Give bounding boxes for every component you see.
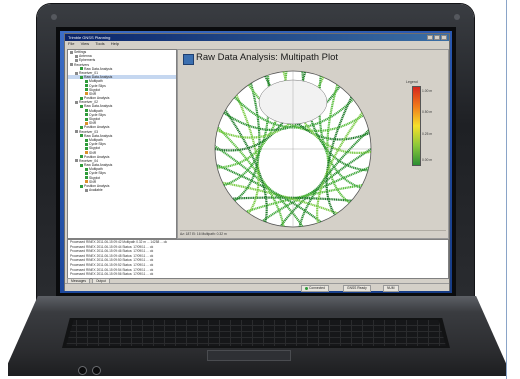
tree-node-icon: [80, 105, 83, 109]
log-row: Processed RINEX 2011-06-15 09:56 Status:…: [70, 272, 154, 277]
menu-view[interactable]: View: [81, 41, 90, 46]
menu-help[interactable]: Help: [111, 41, 119, 46]
tree-node-icon: [80, 163, 83, 167]
plot-pane: Raw Data Analysis: Multipath Plot Legend…: [177, 49, 449, 239]
tree-node-icon: [85, 117, 88, 121]
tree-node-icon: [80, 134, 83, 138]
touchpad: [207, 350, 291, 361]
lid-screw-right: [454, 14, 460, 20]
tree-node-icon: [85, 142, 88, 146]
status-num-label: NUM: [387, 286, 395, 290]
status-connected-label: Connected: [309, 286, 325, 290]
menu-tools[interactable]: Tools: [95, 41, 104, 46]
tree-node-icon: [85, 88, 88, 92]
status-num: NUM: [383, 285, 399, 292]
plot-icon: [183, 54, 194, 65]
audio-jack-right: [92, 366, 101, 375]
tree-node-icon: [75, 100, 78, 104]
multipath-skyplot[interactable]: [188, 66, 398, 228]
legend: Legend 1.00 m 0.50 m 0.25 m 0.00 m: [406, 80, 444, 170]
legend-tick: 1.00 m: [422, 89, 433, 93]
tree-item-label: Available: [89, 188, 103, 193]
minimize-button[interactable]: [427, 35, 433, 40]
menu-bar: File View Tools Help: [65, 41, 449, 47]
lid-screw-left: [51, 14, 57, 20]
tree-node-icon: [85, 84, 88, 88]
status-ok-icon: [305, 286, 308, 290]
divider-rule: [506, 0, 507, 379]
tree-node-icon: [80, 125, 83, 129]
tree-node-icon: [80, 67, 83, 71]
tree-node-icon: [85, 172, 88, 176]
legend-tick: 0.50 m: [422, 110, 433, 114]
tree-node-icon: [85, 188, 88, 192]
photo-stage: Trimble GNSS Planning File View Tools He…: [0, 0, 520, 379]
project-tree[interactable]: Settings Antenna Ephemeris Receivers Raw Dat…: [67, 49, 177, 239]
tree-node-icon: [85, 176, 88, 180]
title-bar: Trimble GNSS Planning: [65, 34, 449, 41]
tree-node-icon: [80, 96, 83, 100]
tree-node-icon: [75, 159, 78, 163]
status-connected: Connected: [301, 285, 329, 292]
keyboard-keys: [66, 320, 446, 346]
window-title: Trimble GNSS Planning: [68, 35, 111, 40]
plot-title: Raw Data Analysis: Multipath Plot: [196, 52, 339, 63]
tree-node-icon: [85, 109, 88, 113]
menu-file[interactable]: File: [68, 41, 74, 46]
status-ready: GNSS Ready: [343, 285, 371, 292]
maximize-button[interactable]: [434, 35, 440, 40]
audio-jack-left: [78, 366, 87, 375]
tree-node-icon: [85, 113, 88, 117]
tree-node-icon: [85, 180, 88, 184]
tree-node-icon: [85, 121, 88, 125]
tree-node-icon: [85, 79, 88, 83]
tree-node-icon: [85, 138, 88, 142]
legend-title: Legend: [406, 80, 418, 84]
close-button[interactable]: [441, 35, 447, 40]
tree-item[interactable]: Available: [68, 188, 176, 192]
tree-node-icon: [80, 184, 83, 188]
tree-node-icon: [75, 54, 78, 58]
app-window: Trimble GNSS Planning File View Tools He…: [64, 33, 450, 292]
tree-node-icon: [75, 130, 78, 134]
tree-node-icon: [85, 92, 88, 96]
tree-node-icon: [70, 63, 73, 67]
tree-node-icon: [75, 71, 78, 75]
tree-node-icon: [80, 155, 83, 159]
tree-node-icon: [80, 75, 83, 79]
status-bar: Connected GNSS Ready NUM: [65, 283, 449, 292]
tree-node-icon: [85, 151, 88, 155]
tree-node-icon: [75, 58, 78, 62]
tree-node-icon: [70, 50, 73, 54]
tree-node-icon: [85, 167, 88, 171]
legend-tick: 0.25 m: [422, 132, 433, 136]
legend-colorbar: [412, 86, 421, 166]
status-ready-label: GNSS Ready: [347, 286, 367, 290]
plot-status: Az: 187 El: 16 Multipath: 0.32 m: [180, 230, 446, 237]
message-log[interactable]: Processed RINEX 2011-06-15 09:42 Multipa…: [67, 239, 449, 279]
tree-node-icon: [85, 146, 88, 150]
laptop-screen: Trimble GNSS Planning File View Tools He…: [60, 31, 452, 293]
legend-tick: 0.00 m: [422, 158, 433, 162]
